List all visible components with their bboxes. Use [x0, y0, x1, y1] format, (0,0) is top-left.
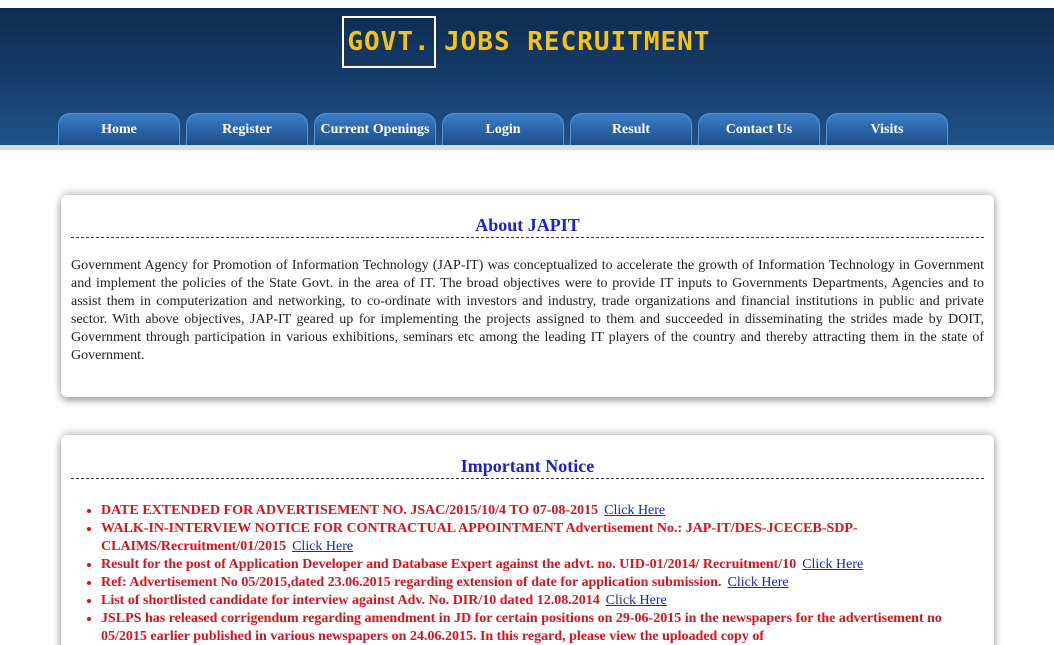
notice-text: List of shortlisted candidate for interv… — [101, 593, 600, 608]
notice-text: Ref: Advertisement No 05/2015,dated 23.0… — [101, 575, 722, 590]
top-strip — [0, 0, 1054, 8]
notice-title: Important Notice — [71, 456, 984, 479]
notice-list: DATE EXTENDED FOR ADVERTISEMENT NO. JSAC… — [101, 502, 982, 645]
nav-login[interactable]: Login — [442, 113, 564, 145]
logo-title: JOBS RECRUITMENT — [444, 27, 711, 57]
nav-visits[interactable]: Visits — [826, 113, 948, 145]
notice-item: DATE EXTENDED FOR ADVERTISEMENT NO. JSAC… — [101, 502, 982, 520]
click-here-link[interactable]: Click Here — [604, 503, 665, 518]
notice-text: JSLPS has released corrigendum regarding… — [101, 611, 942, 644]
notice-text: DATE EXTENDED FOR ADVERTISEMENT NO. JSAC… — [101, 503, 599, 518]
nav-register[interactable]: Register — [186, 113, 308, 145]
notice-item: Ref: Advertisement No 05/2015,dated 23.0… — [101, 574, 982, 592]
notice-panel: Important Notice DATE EXTENDED FOR ADVER… — [61, 435, 994, 645]
nav-current-openings[interactable]: Current Openings — [314, 113, 436, 145]
notice-text: Result for the post of Application Devel… — [101, 557, 797, 572]
notice-item: JSLPS has released corrigendum regarding… — [101, 610, 982, 645]
about-panel: About JAPIT Government Agency for Promot… — [61, 195, 994, 397]
notice-item: Result for the post of Application Devel… — [101, 556, 982, 574]
notice-item: List of shortlisted candidate for interv… — [101, 592, 982, 610]
nav-contact-us[interactable]: Contact Us — [698, 113, 820, 145]
click-here-link[interactable]: Click Here — [728, 575, 789, 590]
nav-home[interactable]: Home — [58, 113, 180, 145]
notice-item: WALK-IN-INTERVIEW NOTICE FOR CONTRACTUAL… — [101, 520, 982, 556]
header-divider — [0, 145, 1054, 150]
nav-result[interactable]: Result — [570, 113, 692, 145]
about-text: Government Agency for Promotion of Infor… — [71, 258, 984, 363]
click-here-link[interactable]: Click Here — [292, 539, 353, 554]
site-logo[interactable]: GOVT. JOBS RECRUITMENT — [342, 16, 710, 68]
about-title: About JAPIT — [71, 215, 984, 238]
click-here-link[interactable]: Click Here — [606, 593, 667, 608]
click-here-link[interactable]: Click Here — [802, 557, 863, 572]
main-nav: Home Register Current Openings Login Res… — [58, 113, 954, 145]
notice-text: WALK-IN-INTERVIEW NOTICE FOR CONTRACTUAL… — [101, 521, 858, 554]
logo-box-text: GOVT. — [342, 16, 436, 68]
